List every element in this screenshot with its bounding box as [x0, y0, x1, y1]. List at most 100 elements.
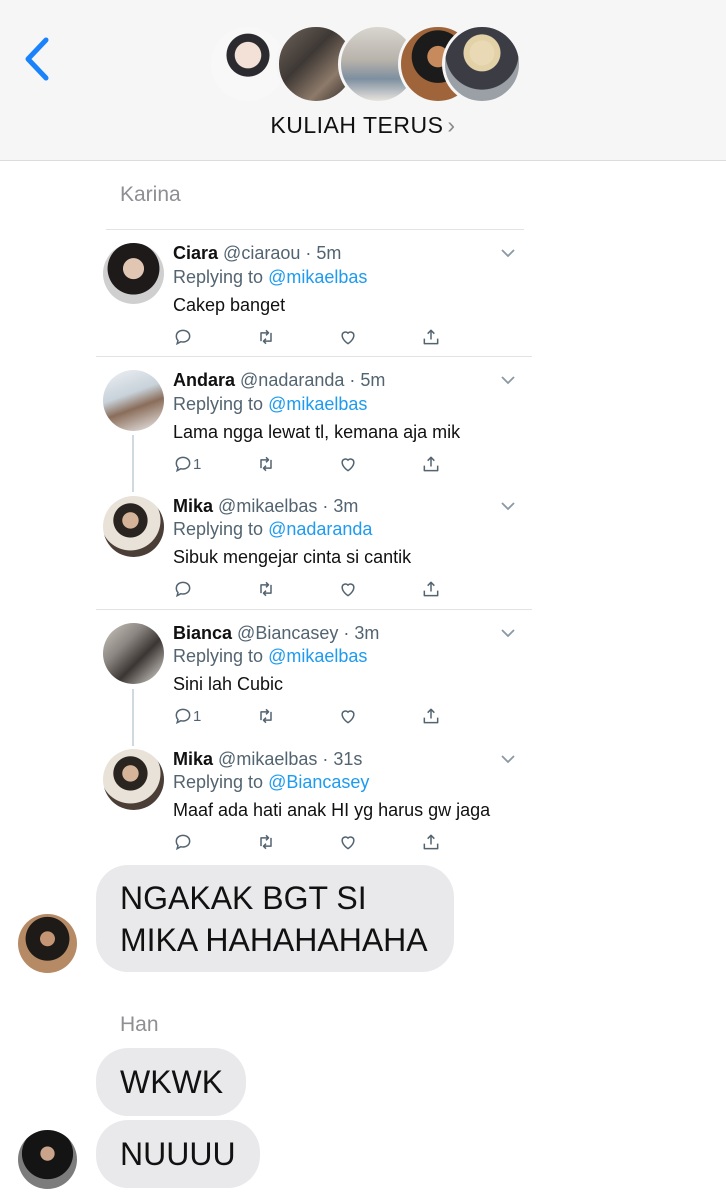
reply-icon [175, 456, 191, 473]
reply-button[interactable]: 1 [173, 704, 201, 728]
share-button[interactable] [421, 325, 441, 349]
replying-prefix: Replying to [173, 267, 264, 287]
retweet-icon [260, 329, 272, 345]
share-button[interactable] [421, 830, 441, 854]
like-icon [341, 836, 355, 850]
tweet-text: Maaf ada hati anak HI yg harus gw jaga [173, 800, 491, 820]
like-button[interactable] [338, 452, 358, 476]
tweet-time: · 31s [322, 749, 363, 769]
chevron-down-icon[interactable] [500, 374, 516, 386]
share-icon [423, 708, 439, 724]
message-text-line: NGAKAK BGT SI [120, 880, 367, 916]
tweet-actions [173, 577, 453, 601]
message-text: NUUUU [120, 1136, 236, 1172]
message-bubble[interactable]: NUUUU [96, 1120, 260, 1188]
sender-name: Karina [120, 183, 181, 206]
chat-header: KULIAH TERUS › [0, 0, 726, 161]
tweet-header: Ciara @ciaraou · 5m [173, 243, 341, 264]
like-icon [341, 458, 355, 472]
tweet-text: Sibuk mengejar cinta si cantik [173, 547, 412, 567]
tweet-time: · 5m [305, 243, 342, 263]
tweet-header: Bianca @Biancasey · 3m [173, 623, 379, 644]
share-icon [423, 834, 439, 850]
share-button[interactable] [421, 577, 441, 601]
retweet-button[interactable] [256, 577, 276, 601]
chevron-down-icon[interactable] [500, 627, 516, 639]
reply-button[interactable] [173, 577, 193, 601]
tweet-author: Andara [173, 370, 236, 390]
like-button[interactable] [338, 577, 358, 601]
message-bubble[interactable]: NGAKAK BGT SI MIKA HAHAHAHAHA [96, 865, 454, 972]
like-button[interactable] [338, 704, 358, 728]
group-avatars[interactable] [208, 24, 528, 106]
reply-count: 1 [193, 455, 202, 473]
mention-link[interactable]: @Biancasey [268, 772, 369, 792]
like-icon [341, 331, 355, 345]
reply-icon [175, 329, 191, 346]
mention-link[interactable]: @mikaelbas [268, 394, 367, 414]
replying-prefix: Replying to [173, 772, 264, 792]
share-icon [423, 329, 439, 345]
avatar [103, 749, 164, 810]
retweet-icon [260, 581, 272, 597]
avatar [18, 914, 77, 973]
thread-line [132, 435, 134, 492]
tweet-handle: @mikaelbas [218, 496, 318, 516]
share-button[interactable] [421, 452, 441, 476]
tweet-header: Mika @mikaelbas · 31s [173, 749, 362, 770]
message-text: WKWK [120, 1064, 224, 1100]
tweet-handle: @ciaraou [223, 243, 301, 263]
reply-button[interactable] [173, 325, 193, 349]
retweet-icon [260, 708, 272, 724]
like-icon [341, 583, 355, 597]
chevron-left-icon [25, 37, 49, 81]
tweet-actions: 1 [173, 452, 453, 476]
mention-link[interactable]: @mikaelbas [268, 267, 367, 287]
replying-to: Replying to @mikaelbas [173, 646, 367, 667]
mention-link[interactable]: @mikaelbas [268, 646, 367, 666]
tweet-author: Bianca [173, 623, 233, 643]
reply-count: 1 [193, 707, 202, 725]
thread-line [132, 689, 134, 746]
retweet-icon [260, 834, 272, 850]
sender-name: Han [120, 1013, 159, 1036]
tweet-actions: 1 [173, 704, 453, 728]
divider [96, 356, 532, 357]
tweet-time: · 5m [349, 370, 386, 390]
replying-to: Replying to @mikaelbas [173, 394, 367, 415]
avatar [103, 370, 164, 431]
replying-prefix: Replying to [173, 394, 264, 414]
like-button[interactable] [338, 325, 358, 349]
retweet-button[interactable] [256, 325, 276, 349]
reply-button[interactable]: 1 [173, 452, 201, 476]
avatar [442, 24, 522, 104]
tweet-text: Lama ngga lewat tl, kemana aja mik [173, 422, 461, 442]
message-text-line: MIKA HAHAHAHAHA [120, 922, 428, 958]
share-icon [423, 581, 439, 597]
retweet-button[interactable] [256, 452, 276, 476]
like-icon [341, 710, 355, 724]
replying-to: Replying to @nadaranda [173, 519, 372, 540]
retweet-button[interactable] [256, 830, 276, 854]
chevron-down-icon[interactable] [500, 500, 516, 512]
back-button[interactable] [20, 34, 60, 84]
like-button[interactable] [338, 830, 358, 854]
message-bubble[interactable]: WKWK [96, 1048, 246, 1116]
avatar [103, 496, 164, 557]
reply-icon [175, 708, 191, 725]
tweet-author: Mika [173, 749, 214, 769]
chevron-down-icon[interactable] [500, 247, 516, 259]
tweet-handle: @mikaelbas [218, 749, 318, 769]
avatar [103, 623, 164, 684]
group-name-button[interactable]: KULIAH TERUS › [0, 112, 726, 139]
avatar [103, 243, 164, 304]
divider [106, 229, 524, 230]
reply-button[interactable] [173, 830, 193, 854]
reply-icon [175, 581, 191, 598]
tweet-actions [173, 830, 453, 854]
chevron-down-icon[interactable] [500, 753, 516, 765]
share-button[interactable] [421, 704, 441, 728]
retweet-button[interactable] [256, 704, 276, 728]
tweet-header: Mika @mikaelbas · 3m [173, 496, 358, 517]
mention-link[interactable]: @nadaranda [268, 519, 372, 539]
